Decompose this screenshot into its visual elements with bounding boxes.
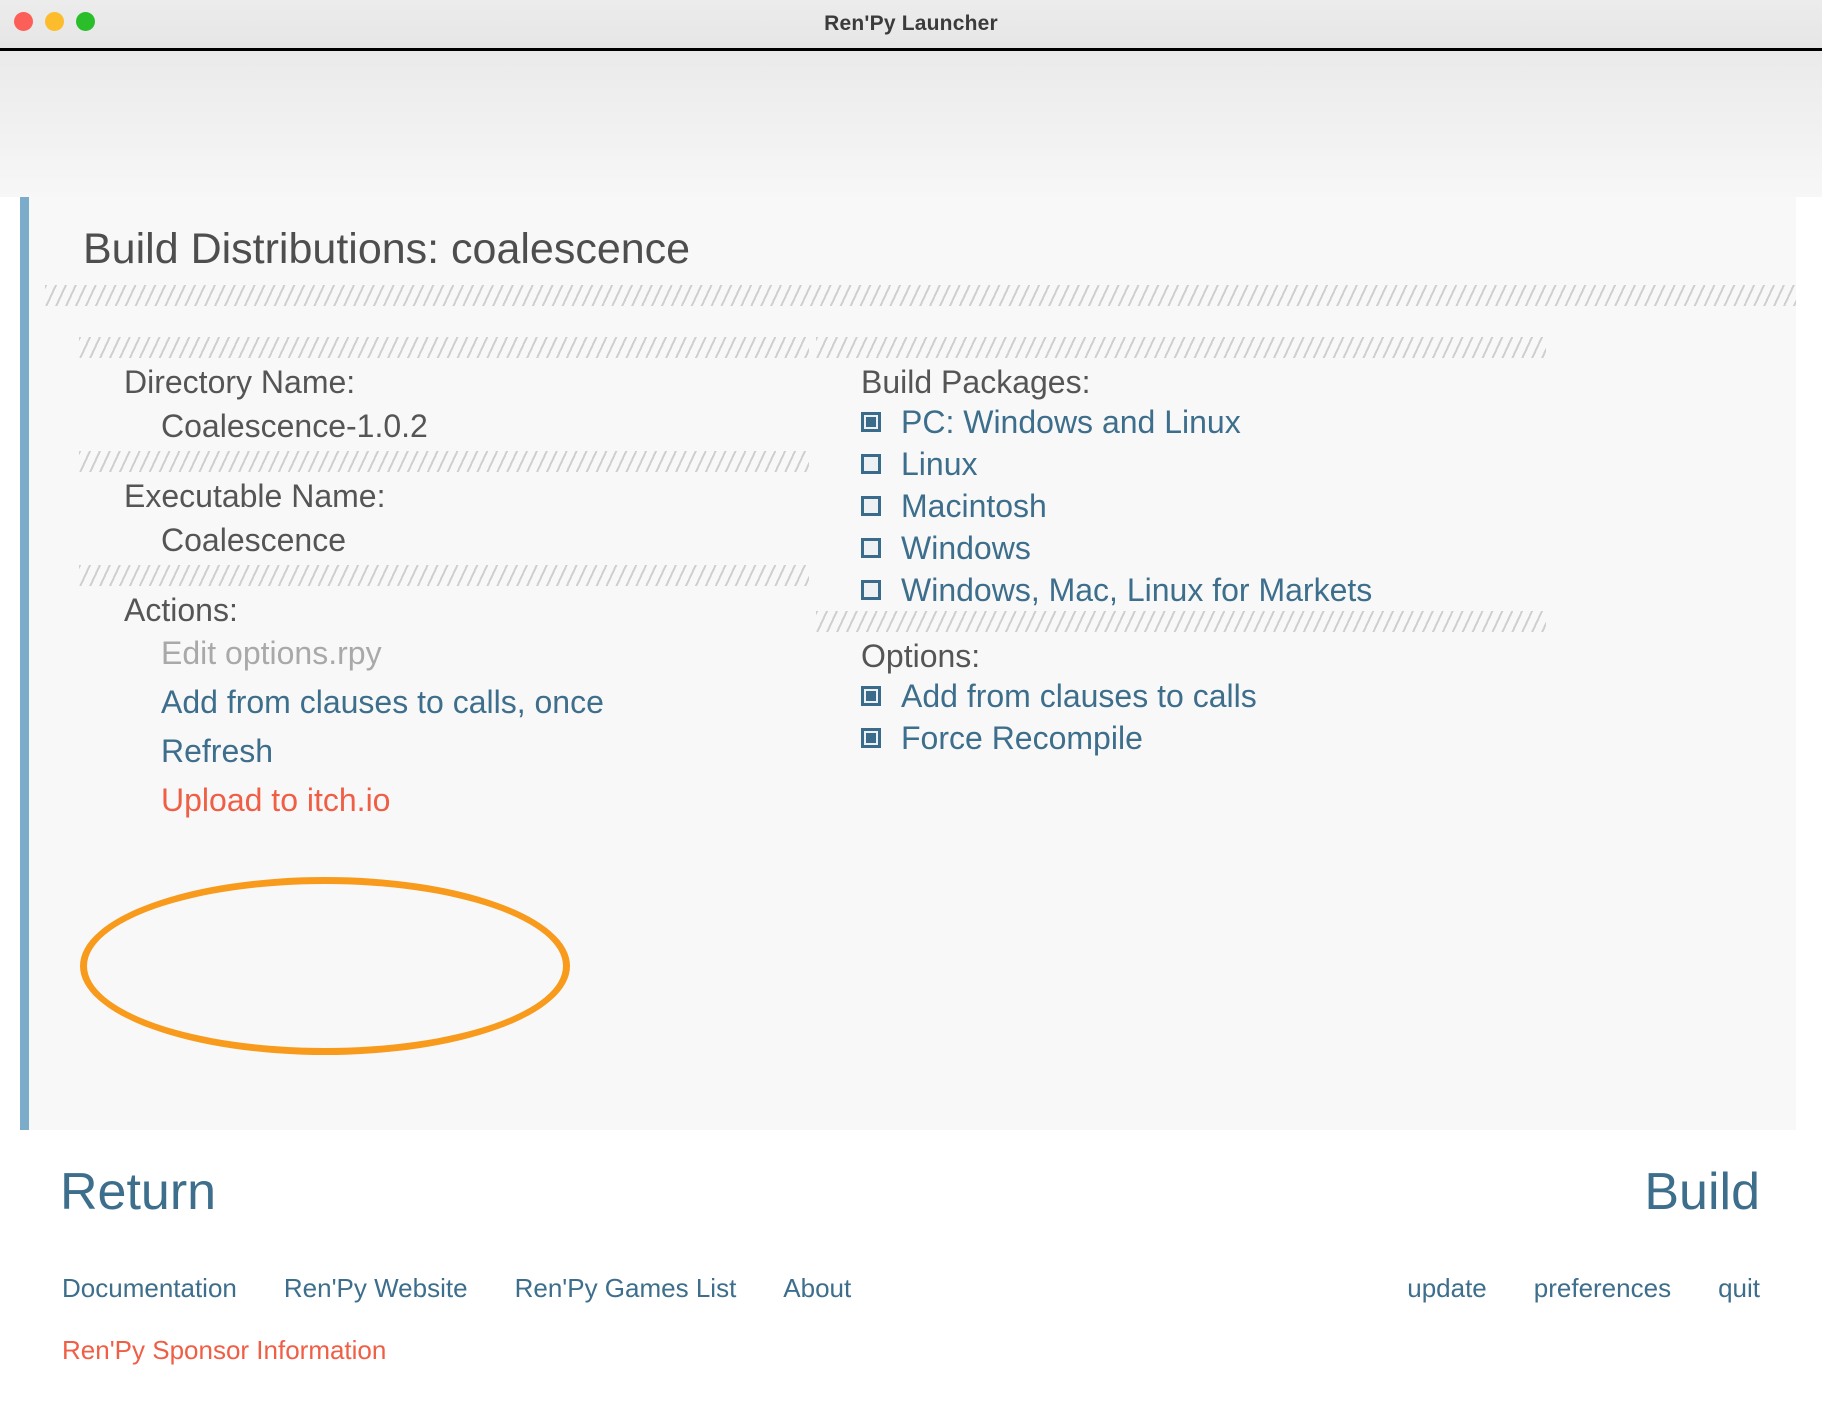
- separator: [79, 565, 809, 586]
- executable-name-value[interactable]: Coalescence: [79, 515, 809, 565]
- panel-inner: Build Distributions: coalescence Directo…: [29, 197, 1796, 1130]
- build-button[interactable]: Build: [1644, 1162, 1760, 1222]
- separator: [79, 451, 809, 472]
- checkbox-row-force-recompile[interactable]: Force Recompile: [816, 717, 1546, 759]
- action-add-from-clauses-once[interactable]: Add from clauses to calls, once: [79, 678, 809, 727]
- separator: [816, 611, 1546, 632]
- footer-link-renpy-website[interactable]: Ren'Py Website: [284, 1273, 468, 1304]
- checkbox-label: Add from clauses to calls: [901, 678, 1257, 714]
- window-titlebar: Ren'Py Launcher: [0, 0, 1822, 51]
- checkbox-label: Windows, Mac, Linux for Markets: [901, 572, 1373, 608]
- checkbox-label: Windows: [901, 530, 1031, 566]
- footer-link-renpy-sponsor-information[interactable]: Ren'Py Sponsor Information: [62, 1335, 386, 1365]
- checkbox-row-windows[interactable]: Windows: [816, 527, 1546, 569]
- checkbox-icon[interactable]: [861, 580, 881, 600]
- left-column: Directory Name: Coalescence-1.0.2 Execut…: [79, 337, 809, 825]
- checkbox-icon[interactable]: [861, 686, 881, 706]
- footer-link-preferences[interactable]: preferences: [1534, 1273, 1671, 1304]
- executable-name-label: Executable Name:: [124, 478, 386, 514]
- footer-link-about[interactable]: About: [783, 1273, 851, 1304]
- actions-label: Actions:: [124, 592, 238, 628]
- footer-right-links: update preferences quit: [1407, 1273, 1760, 1304]
- action-upload-to-itch-io[interactable]: Upload to itch.io: [79, 776, 809, 825]
- checkbox-icon[interactable]: [861, 496, 881, 516]
- executable-name-group: Executable Name: Coalescence: [79, 451, 809, 565]
- header-gradient: [0, 51, 1822, 197]
- footer-link-documentation[interactable]: Documentation: [62, 1273, 237, 1304]
- return-button[interactable]: Return: [60, 1162, 216, 1222]
- actions-group: Actions: Edit options.rpy Add from claus…: [79, 565, 809, 825]
- footer-link-update[interactable]: update: [1407, 1273, 1487, 1304]
- separator: [816, 337, 1546, 358]
- content-panel: Build Distributions: coalescence Directo…: [20, 197, 1796, 1130]
- checkbox-icon[interactable]: [861, 412, 881, 432]
- checkbox-row-linux[interactable]: Linux: [816, 443, 1546, 485]
- footer-link-quit[interactable]: quit: [1718, 1273, 1760, 1304]
- checkbox-icon[interactable]: [861, 454, 881, 474]
- build-packages-group: Build Packages: PC: Windows and Linux Li…: [816, 337, 1546, 611]
- checkbox-row-pc-windows-and-linux[interactable]: PC: Windows and Linux: [816, 401, 1546, 443]
- action-edit-options-rpy: Edit options.rpy: [161, 635, 382, 671]
- checkbox-label: PC: Windows and Linux: [901, 404, 1241, 440]
- checkbox-row-add-from-clauses-to-calls[interactable]: Add from clauses to calls: [816, 675, 1546, 717]
- app-body: Build Distributions: coalescence Directo…: [0, 51, 1822, 1420]
- separator: [79, 337, 809, 358]
- options-label: Options:: [861, 638, 981, 674]
- footer-sponsor-row: Ren'Py Sponsor Information: [62, 1335, 386, 1366]
- action-refresh[interactable]: Refresh: [79, 727, 809, 776]
- checkbox-row-windows-mac-linux-for-markets[interactable]: Windows, Mac, Linux for Markets: [816, 569, 1546, 611]
- build-packages-label: Build Packages:: [861, 364, 1091, 400]
- footer-link-renpy-games-list[interactable]: Ren'Py Games List: [515, 1273, 737, 1304]
- footer-links: Documentation Ren'Py Website Ren'Py Game…: [62, 1273, 851, 1304]
- directory-name-label: Directory Name:: [124, 364, 356, 400]
- directory-name-value[interactable]: Coalescence-1.0.2: [79, 401, 809, 451]
- page-title: Build Distributions: coalescence: [83, 225, 691, 273]
- checkbox-icon[interactable]: [861, 538, 881, 558]
- right-column: Build Packages: PC: Windows and Linux Li…: [816, 337, 1546, 759]
- panel-accent-bar: [20, 197, 29, 1130]
- directory-name-group: Directory Name: Coalescence-1.0.2: [79, 337, 809, 451]
- title-separator: [45, 285, 1796, 306]
- checkbox-label: Force Recompile: [901, 720, 1143, 756]
- checkbox-row-macintosh[interactable]: Macintosh: [816, 485, 1546, 527]
- window-title: Ren'Py Launcher: [824, 12, 998, 35]
- checkbox-icon[interactable]: [861, 728, 881, 748]
- checkbox-label: Linux: [901, 446, 978, 482]
- checkbox-label: Macintosh: [901, 488, 1047, 524]
- options-group: Options: Add from clauses to calls Force…: [816, 611, 1546, 759]
